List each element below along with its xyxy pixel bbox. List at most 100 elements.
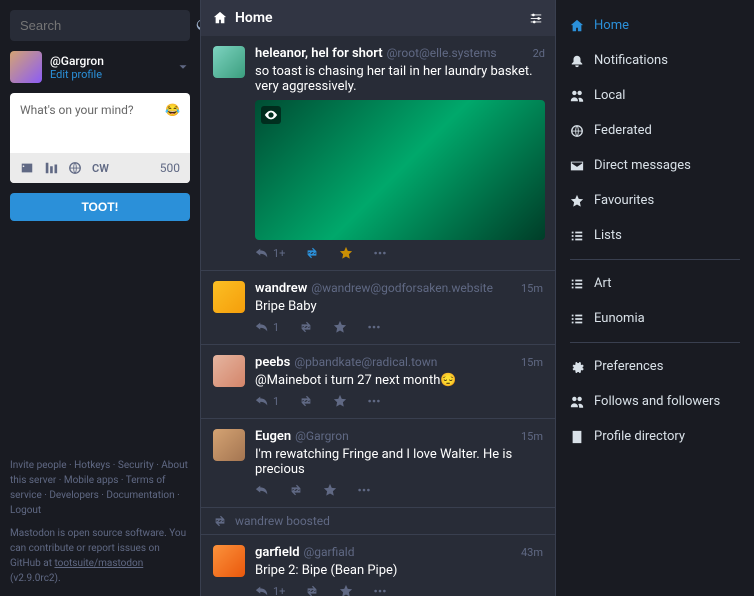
media-attachment[interactable] xyxy=(255,100,545,240)
avatar[interactable] xyxy=(213,281,245,313)
display-name[interactable]: heleanor, hel for short xyxy=(255,46,383,61)
status-actions: 1 xyxy=(255,320,543,334)
nav-label: Follows and followers xyxy=(594,394,720,409)
favourite-button[interactable] xyxy=(323,483,337,497)
acct[interactable]: @garfiald xyxy=(304,545,355,559)
compose-form: What's on your mind? 😂 CW 500 xyxy=(10,93,190,183)
status[interactable]: peebs@pbandkate@radical.town15m@Mainebot… xyxy=(201,345,555,419)
footer-links[interactable]: Invite people · Hotkeys · Security · Abo… xyxy=(10,458,190,518)
avatar[interactable] xyxy=(213,545,245,577)
timestamp[interactable]: 15m xyxy=(521,282,543,295)
status-actions: 1+ xyxy=(255,584,543,596)
media-visibility-icon[interactable] xyxy=(261,106,281,124)
acct[interactable]: @root@elle.systems xyxy=(387,46,497,60)
timestamp[interactable]: 43m xyxy=(521,546,543,559)
status-content: I'm rewatching Fringe and I love Walter.… xyxy=(255,447,543,477)
favourite-button[interactable] xyxy=(333,394,347,408)
timestamp[interactable]: 15m xyxy=(521,356,543,369)
more-button[interactable] xyxy=(373,246,387,260)
search-box[interactable] xyxy=(10,10,190,41)
display-name[interactable]: Eugen xyxy=(255,429,291,444)
reply-button[interactable] xyxy=(255,483,269,497)
compose-toolbar: CW 500 xyxy=(10,153,190,183)
column-settings-icon[interactable] xyxy=(529,11,543,25)
chevron-down-icon[interactable] xyxy=(176,60,190,74)
nav-label: Art xyxy=(594,276,611,291)
nav-label: Preferences xyxy=(594,359,663,374)
more-button[interactable] xyxy=(367,394,381,408)
acct[interactable]: @wandrew@godforsaken.website xyxy=(311,281,493,295)
boost-indicator: wandrew boosted xyxy=(201,508,555,535)
nav-item-home[interactable]: Home xyxy=(556,8,754,43)
favourite-button[interactable] xyxy=(339,584,353,596)
toot-button[interactable]: TOOT! xyxy=(10,193,190,221)
nav-item-eunomia[interactable]: Eunomia xyxy=(556,301,754,336)
nav-item-lists[interactable]: Lists xyxy=(556,218,754,253)
nav-label: Favourites xyxy=(594,193,654,208)
boost-button[interactable] xyxy=(299,394,313,408)
home-icon xyxy=(570,19,584,33)
nav-item-art[interactable]: Art xyxy=(556,266,754,301)
favourite-button[interactable] xyxy=(333,320,347,334)
boost-by-label: wandrew boosted xyxy=(235,514,330,528)
nav-item-local[interactable]: Local xyxy=(556,78,754,113)
boost-button[interactable] xyxy=(299,320,313,334)
avatar[interactable] xyxy=(10,51,42,83)
status[interactable]: garfield @garfiald 43m Bripe 2: Bipe (Bean … xyxy=(201,535,555,596)
nav-item-federated[interactable]: Federated xyxy=(556,113,754,148)
edit-profile-link[interactable]: Edit profile xyxy=(50,68,168,81)
compose-placeholder: What's on your mind? xyxy=(20,103,134,117)
emoji-picker-icon[interactable]: 😂 xyxy=(165,103,180,117)
boost-button[interactable] xyxy=(305,584,319,596)
more-button[interactable] xyxy=(373,584,387,596)
search-input[interactable] xyxy=(20,18,196,33)
status[interactable]: wandrew@wandrew@godforsaken.website15mBr… xyxy=(201,271,555,345)
boost-button[interactable] xyxy=(305,246,319,260)
boost-button[interactable] xyxy=(289,483,303,497)
char-counter: 500 xyxy=(160,161,180,175)
nav-item-preferences[interactable]: Preferences xyxy=(556,349,754,384)
list-ul-icon xyxy=(570,277,584,291)
acct[interactable]: @Gargron xyxy=(295,429,349,443)
reply-button[interactable]: 1+ xyxy=(255,584,285,596)
reply-button[interactable]: 1 xyxy=(255,394,279,408)
cw-toggle[interactable]: CW xyxy=(92,162,109,175)
nav-item-profile-directory[interactable]: Profile directory xyxy=(556,419,754,454)
more-button[interactable] xyxy=(367,320,381,334)
nav-item-direct-messages[interactable]: Direct messages xyxy=(556,148,754,183)
address-book-icon xyxy=(570,430,584,444)
status-content: Bripe 2: Bipe (Bean Pipe) xyxy=(255,563,543,578)
nav-label: Eunomia xyxy=(594,311,645,326)
status-content: so toast is chasing her tail in her laun… xyxy=(255,64,545,94)
users-icon xyxy=(570,395,584,409)
status[interactable]: Eugen @Gargron 15m I'm rewatching Fringe an… xyxy=(201,419,555,508)
poll-icon[interactable] xyxy=(44,161,58,175)
bell-icon xyxy=(570,54,584,68)
nav-item-favourites[interactable]: Favourites xyxy=(556,183,754,218)
avatar[interactable] xyxy=(213,355,245,387)
more-button[interactable] xyxy=(357,483,371,497)
timestamp[interactable]: 15m xyxy=(521,430,543,443)
timestamp[interactable]: 2d xyxy=(533,47,545,60)
profile-row: @Gargron Edit profile xyxy=(10,51,190,83)
nav-item-notifications[interactable]: Notifications xyxy=(556,43,754,78)
avatar[interactable] xyxy=(213,46,245,78)
display-name[interactable]: wandrew xyxy=(255,281,307,296)
display-name[interactable]: peebs xyxy=(255,355,290,370)
compose-textarea[interactable]: What's on your mind? 😂 xyxy=(10,93,190,153)
visibility-icon[interactable] xyxy=(68,161,82,175)
users-icon xyxy=(570,89,584,103)
avatar[interactable] xyxy=(213,429,245,461)
footer-repo-link[interactable]: tootsuite/mastodon xyxy=(54,558,143,569)
reply-button[interactable]: 1+ xyxy=(255,246,285,260)
feed[interactable]: heleanor, hel for short @root@elle.system… xyxy=(201,36,555,596)
reply-button[interactable]: 1 xyxy=(255,320,279,334)
status[interactable]: heleanor, hel for short @root@elle.system… xyxy=(201,36,555,271)
attach-media-icon[interactable] xyxy=(20,161,34,175)
favourite-button[interactable] xyxy=(339,246,353,260)
status-actions: 1+ xyxy=(255,246,545,260)
nav-item-follows-and-followers[interactable]: Follows and followers xyxy=(556,384,754,419)
nav-label: Notifications xyxy=(594,53,668,68)
acct[interactable]: @pbandkate@radical.town xyxy=(294,355,437,369)
display-name[interactable]: garfield xyxy=(255,545,300,560)
